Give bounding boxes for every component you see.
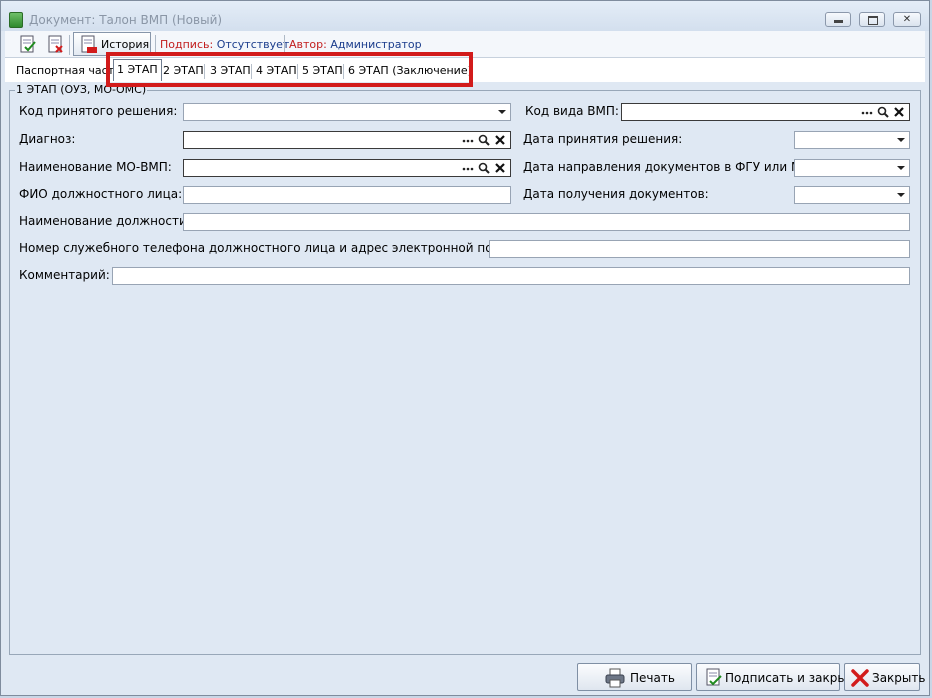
search-icon[interactable] [876, 105, 890, 119]
clear-icon[interactable] [892, 105, 906, 119]
chevron-down-icon [897, 166, 905, 170]
toolbar: История Подпись: Отсутствует Автор: Адми… [5, 31, 925, 58]
tab-stage-4[interactable]: 4 ЭТАП [253, 61, 300, 81]
tab-separator [297, 64, 298, 79]
history-log-icon [81, 35, 97, 53]
official-name-input[interactable] [183, 186, 511, 204]
docs-sent-date-picker[interactable] [794, 159, 910, 177]
close-icon: ✕ [902, 14, 912, 25]
print-button-label: Печать [630, 671, 675, 685]
document-delete-icon [48, 35, 63, 53]
author-info: Автор: Администратор [289, 38, 422, 51]
history-button[interactable]: История [73, 32, 151, 56]
official-name-label: ФИО должностного лица: [19, 187, 183, 201]
save-document-button[interactable] [17, 34, 39, 56]
ellipsis-icon[interactable] [461, 133, 475, 147]
search-icon[interactable] [477, 161, 491, 175]
title-bar: Документ: Талон ВМП (Новый) ✕ [1, 1, 929, 31]
signature-value: Отсутствует [216, 38, 290, 51]
close-button-label: Закрыть [872, 671, 926, 685]
tab-separator [343, 64, 344, 79]
maximize-button[interactable] [859, 12, 885, 27]
chevron-down-icon [897, 193, 905, 197]
vmp-type-code-field[interactable] [621, 103, 910, 121]
tab-separator [204, 64, 205, 79]
document-app-icon [9, 12, 23, 28]
author-value: Администратор [330, 38, 422, 51]
sign-and-close-button[interactable]: Подписать и закрыть [696, 663, 861, 691]
diagnosis-field[interactable] [183, 131, 511, 149]
printer-icon [605, 668, 625, 688]
mo-vmp-name-label: Наименование МО-ВМП: [19, 160, 172, 174]
cancel-document-button[interactable] [45, 34, 67, 56]
vmp-type-code-label: Код вида ВМП: [525, 104, 619, 118]
document-window: Документ: Талон ВМП (Новый) ✕ История По… [0, 0, 930, 696]
author-key: Автор: [289, 38, 327, 51]
phone-email-input[interactable] [489, 240, 910, 258]
tab-stage-3[interactable]: 3 ЭТАП [207, 61, 254, 81]
tab-separator [251, 64, 252, 79]
maximize-icon [868, 16, 878, 25]
tab-stage-2[interactable]: 2 ЭТАП [160, 61, 207, 81]
chevron-down-icon [897, 138, 905, 142]
minimize-button[interactable] [825, 12, 851, 27]
tab-passport[interactable]: Паспортная часть [13, 61, 124, 81]
decision-code-select[interactable] [183, 103, 511, 121]
decision-date-picker[interactable] [794, 131, 910, 149]
minimize-icon [834, 20, 843, 23]
ellipsis-icon[interactable] [860, 105, 874, 119]
print-button[interactable]: Печать [577, 663, 692, 691]
docs-sent-date-label: Дата направления документов в ФГУ или МО… [523, 160, 815, 174]
decision-date-label: Дата принятия решения: [523, 132, 683, 146]
comment-label: Комментарий: [19, 268, 110, 282]
sign-and-close-label: Подписать и закрыть [725, 671, 861, 685]
docs-received-date-label: Дата получения документов: [523, 187, 709, 201]
tab-content: 1 ЭТАП (ОУЗ, МО-ОМС) Код принятого решен… [5, 82, 925, 659]
tab-strip: Паспортная часть 1 ЭТАП 2 ЭТАП 3 ЭТАП 4 … [5, 58, 925, 82]
history-button-label: История [101, 38, 150, 51]
clear-icon[interactable] [493, 161, 507, 175]
clear-icon[interactable] [493, 133, 507, 147]
close-window-button[interactable]: ✕ [893, 12, 921, 27]
position-name-label: Наименование должности: [19, 214, 191, 228]
tab-stage-6[interactable]: 6 ЭТАП (Заключение) [345, 61, 475, 81]
chevron-down-icon [498, 110, 506, 114]
toolbar-separator [69, 35, 70, 55]
toolbar-separator [284, 35, 285, 55]
ellipsis-icon[interactable] [461, 161, 475, 175]
tab-stage-1[interactable]: 1 ЭТАП [113, 59, 162, 81]
position-name-input[interactable] [183, 213, 910, 231]
footer-bar: Печать Подписать и закрыть Закрыть [1, 659, 929, 695]
comment-input[interactable] [112, 267, 910, 285]
document-sign-icon [706, 668, 722, 686]
toolbar-separator [155, 35, 156, 55]
signature-key: Подпись: [160, 38, 214, 51]
signature-status: Подпись: Отсутствует [160, 38, 289, 51]
search-icon[interactable] [477, 133, 491, 147]
group-title: 1 ЭТАП (ОУЗ, МО-ОМС) [15, 83, 148, 96]
close-button[interactable]: Закрыть [844, 663, 925, 691]
window-title: Документ: Талон ВМП (Новый) [29, 13, 223, 27]
mo-vmp-name-field[interactable] [183, 159, 511, 177]
close-red-x-icon [851, 669, 869, 687]
document-check-icon [20, 35, 36, 53]
docs-received-date-picker[interactable] [794, 186, 910, 204]
phone-email-label: Номер служебного телефона должностного л… [19, 241, 521, 255]
decision-code-label: Код принятого решения: [19, 104, 178, 118]
diagnosis-label: Диагноз: [19, 132, 76, 146]
tab-stage-5[interactable]: 5 ЭТАП [299, 61, 346, 81]
